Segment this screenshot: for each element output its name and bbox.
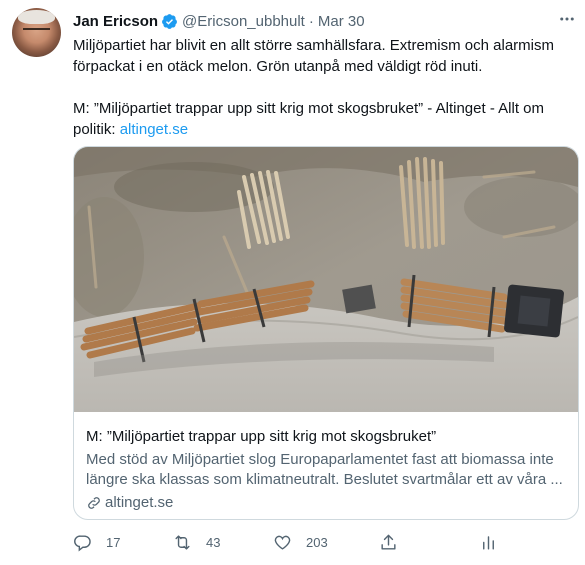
link-icon: [88, 497, 100, 509]
separator-dot: ·: [308, 12, 314, 30]
avatar[interactable]: [12, 8, 61, 57]
retweet-icon: [175, 535, 190, 550]
card-description: Med stöd av Miljöpartiet slog Europaparl…: [86, 451, 563, 488]
analytics-button[interactable]: [479, 533, 498, 552]
tweet-header: Jan Ericson @Ericson_ubbhult · Mar 30: [73, 11, 365, 31]
tweet-text-line: förpackat i en otäck melon. Grön utanpå …: [73, 58, 483, 75]
like-icon: [274, 535, 291, 550]
quote-text-line: politik: altinget.se: [73, 119, 573, 140]
retweet-count: 43: [206, 535, 221, 550]
tweet-text-line: Miljöpartiet har blivit en allt större s…: [73, 37, 554, 54]
card-title: M: ”Miljöpartiet trappar upp sitt krig m…: [86, 428, 437, 445]
author-name[interactable]: Jan Ericson: [73, 13, 158, 30]
card-domain-text: altinget.se: [105, 494, 174, 511]
like-button[interactable]: 203: [273, 533, 328, 552]
author-handle[interactable]: @Ericson_ubbhult: [182, 13, 305, 30]
link-card[interactable]: M: ”Miljöpartiet trappar upp sitt krig m…: [73, 146, 579, 520]
card-domain: altinget.se: [86, 493, 568, 513]
inline-link[interactable]: altinget.se: [120, 121, 188, 138]
reply-count: 17: [106, 535, 121, 550]
verified-icon: [162, 13, 177, 29]
tweet-actions: 17 43 203: [73, 533, 573, 555]
reply-button[interactable]: 17: [73, 533, 120, 552]
tweet-date[interactable]: Mar 30: [318, 13, 365, 30]
like-count: 203: [306, 535, 328, 550]
reply-icon: [74, 535, 91, 552]
share-icon: [381, 534, 396, 550]
tweet[interactable]: Jan Ericson @Ericson_ubbhult · Mar 30 Mi…: [0, 0, 585, 565]
card-image[interactable]: [74, 147, 578, 412]
share-button[interactable]: [379, 533, 398, 552]
more-icon[interactable]: [557, 10, 577, 30]
analytics-icon: [483, 536, 494, 550]
tweet-text: Miljöpartiet har blivit en allt större s…: [73, 35, 573, 140]
quote-text-line: M: ”Miljöpartiet trappar upp sitt krig m…: [73, 100, 544, 117]
quote-text-prefix: politik:: [73, 121, 120, 138]
retweet-button[interactable]: 43: [173, 533, 220, 552]
